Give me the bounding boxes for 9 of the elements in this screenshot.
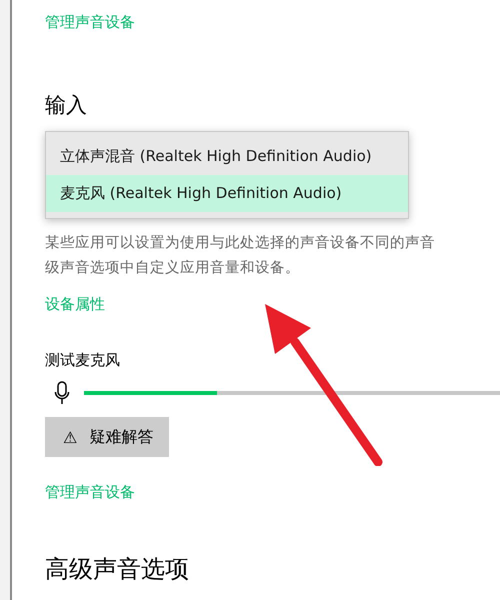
description-text: 级声音选项中自定义应用音量和设备。	[45, 258, 300, 278]
dropdown-option[interactable]: 麦克风 (Realtek High Definition Audio)	[46, 175, 408, 212]
section-heading: 高级声音选项	[45, 554, 189, 585]
description-text: 某些应用可以设置为使用与此处选择的声音设备不同的声音	[45, 234, 435, 253]
microphone-icon	[54, 381, 70, 405]
dropdown-option[interactable]: 立体声混音 (Realtek High Definition Audio)	[46, 138, 408, 175]
section-heading: 输入	[45, 92, 87, 119]
test-label: 测试麦克风	[45, 350, 120, 371]
troubleshoot-button[interactable]: ⚠ 疑难解答	[45, 417, 170, 457]
